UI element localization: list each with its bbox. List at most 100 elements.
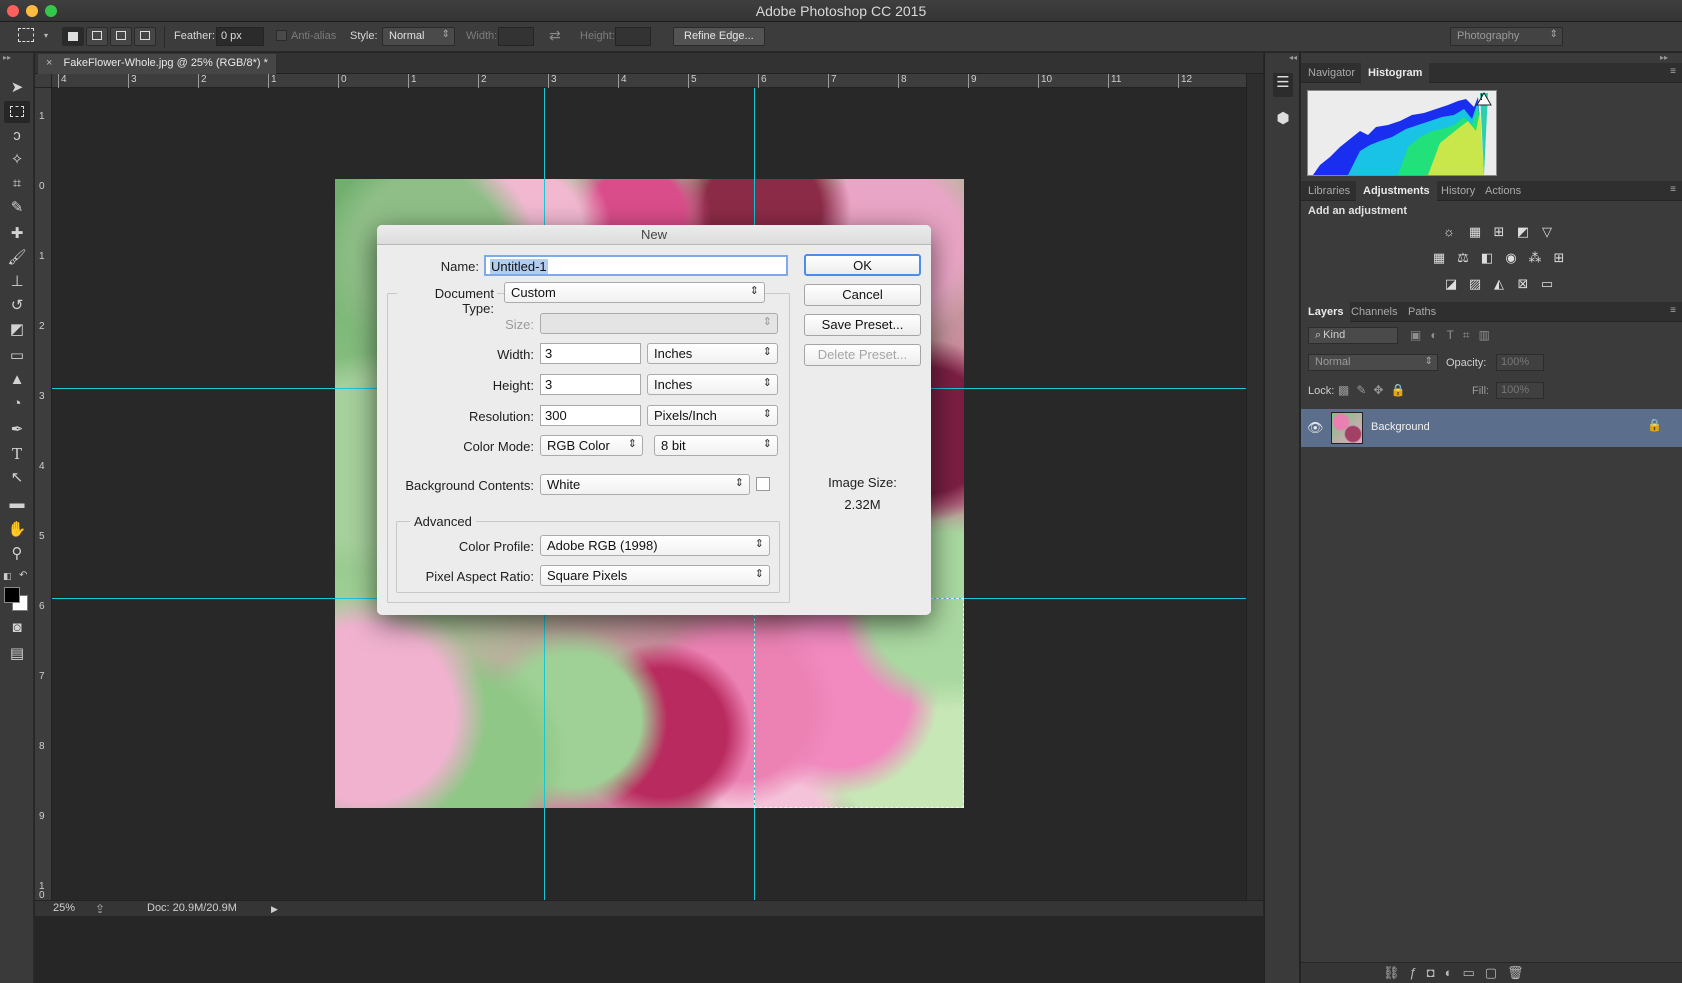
opacity-input[interactable]: 100% (1496, 354, 1544, 371)
vertical-ruler[interactable]: 101234567891 0 (35, 88, 52, 901)
subtract-selection-button[interactable] (110, 27, 132, 46)
width-input[interactable]: 3 (540, 343, 641, 364)
dodge-tool-icon[interactable]: ◔ (4, 393, 30, 415)
height-unit-select[interactable]: Inches (647, 374, 778, 395)
width-input[interactable] (498, 27, 534, 46)
workspace-select[interactable]: Photography (1450, 27, 1563, 46)
panel-menu-icon[interactable]: ≡ (1670, 66, 1676, 77)
bit-depth-select[interactable]: 8 bit (654, 435, 778, 456)
tab-libraries[interactable]: Libraries (1301, 181, 1357, 201)
pen-tool-icon[interactable]: ✒ (4, 419, 30, 441)
horizontal-ruler[interactable]: 4 3 2 1 0 1 2 3 4 5 6 7 8 9 10 11 12 (52, 74, 1246, 88)
healing-brush-tool-icon[interactable]: ✚ (4, 223, 30, 245)
resolution-unit-select[interactable]: Pixels/Inch (647, 405, 778, 426)
intersect-selection-button[interactable] (134, 27, 156, 46)
lasso-tool-icon[interactable]: ↄ (4, 125, 30, 147)
tab-histogram[interactable]: Histogram (1361, 63, 1430, 83)
lock-option-icons[interactable]: ▩✎✥🔒 (1338, 383, 1412, 397)
layer-row-background[interactable]: 👁 Background 🔒 (1301, 409, 1682, 447)
hand-tool-icon[interactable]: ✋ (4, 519, 30, 541)
vibrance-icon[interactable]: ▽ (1538, 224, 1556, 240)
share-icon[interactable]: ⇪ (95, 902, 105, 916)
rect-marquee-preset-icon[interactable] (18, 28, 34, 42)
selective-color-icon[interactable]: ⊠ (1514, 276, 1532, 292)
path-selection-tool-icon[interactable]: ↖ (4, 467, 30, 489)
add-to-selection-button[interactable] (86, 27, 108, 46)
chevron-down-icon[interactable]: ▾ (44, 31, 48, 40)
collapse-panels-icon[interactable]: ▸▸ (1660, 53, 1668, 62)
tab-paths[interactable]: Paths (1401, 302, 1443, 322)
cancel-button[interactable]: Cancel (804, 284, 921, 306)
document-tab[interactable]: × FakeFlower-Whole.jpg @ 25% (RGB/8*) * (38, 54, 276, 74)
quick-mask-icon[interactable]: ◙ (4, 617, 30, 639)
layer-name[interactable]: Background (1371, 421, 1430, 433)
photo-filter-icon[interactable]: ◉ (1502, 250, 1520, 266)
brightness-icon[interactable]: ☼ (1440, 224, 1458, 240)
exposure-icon[interactable]: ◩ (1514, 224, 1532, 240)
anti-alias-checkbox[interactable] (276, 30, 287, 41)
threshold-icon[interactable]: ◭ (1490, 276, 1508, 292)
height-input[interactable]: 3 (540, 374, 641, 395)
crop-tool-icon[interactable]: ⌗ (4, 173, 30, 195)
height-input[interactable] (615, 27, 651, 46)
color-lookup-icon[interactable]: ⊞ (1550, 250, 1568, 266)
3d-panel-icon[interactable]: ⬢ (1273, 109, 1293, 131)
rectangle-tool-icon[interactable]: ▬ (4, 493, 30, 515)
panel-menu-icon[interactable]: ≡ (1670, 305, 1676, 316)
tab-history[interactable]: History (1434, 181, 1482, 201)
tab-channels[interactable]: Channels (1344, 302, 1404, 322)
panel-menu-icon[interactable]: ≡ (1670, 184, 1676, 195)
type-tool-icon[interactable]: T (4, 443, 30, 465)
blend-mode-select[interactable]: Normal (1308, 354, 1438, 371)
gradient-map-icon[interactable]: ▭ (1538, 276, 1556, 292)
clone-stamp-tool-icon[interactable]: ⊥ (4, 271, 30, 293)
brush-tool-icon[interactable]: 🖌 (4, 247, 30, 269)
background-color-swatch[interactable] (756, 477, 770, 491)
history-brush-tool-icon[interactable]: ↺ (4, 295, 30, 317)
black-white-icon[interactable]: ◧ (1478, 250, 1496, 266)
ruler-origin[interactable] (35, 74, 52, 88)
collapse-toolbar-icon[interactable]: ▸▸ (3, 53, 11, 62)
tab-navigator[interactable]: Navigator (1301, 63, 1362, 83)
width-unit-select[interactable]: Inches (647, 343, 778, 364)
blur-tool-icon[interactable]: ▲ (4, 369, 30, 391)
close-document-icon[interactable]: × (46, 57, 52, 69)
refine-edge-button[interactable]: Refine Edge... (673, 27, 765, 46)
zoom-level[interactable]: 25% (53, 902, 75, 914)
save-preset-button[interactable]: Save Preset... (804, 314, 921, 336)
new-selection-button[interactable] (62, 27, 84, 46)
screen-mode-icon[interactable]: ▤ (4, 643, 30, 665)
name-input[interactable]: Untitled-1 (484, 255, 788, 276)
document-type-select[interactable]: Custom (504, 282, 765, 303)
curves-icon[interactable]: ⊞ (1490, 224, 1508, 240)
eye-visibility-icon[interactable]: 👁 (1307, 420, 1324, 436)
warning-icon[interactable]: ! (1480, 92, 1483, 102)
posterize-icon[interactable]: ▨ (1466, 276, 1484, 292)
advanced-toggle[interactable]: Advanced (410, 514, 476, 529)
eyedropper-tool-icon[interactable]: ✎ (4, 197, 30, 219)
magic-wand-tool-icon[interactable]: ✧ (4, 149, 30, 171)
ok-button[interactable]: OK (804, 254, 921, 276)
color-mode-select[interactable]: RGB Color (540, 435, 643, 456)
zoom-tool-icon[interactable]: ⚲ (4, 543, 30, 565)
properties-panel-icon[interactable]: ☰ (1273, 73, 1293, 97)
fill-input[interactable]: 100% (1496, 382, 1544, 399)
channel-mixer-icon[interactable]: ⁂ (1526, 250, 1544, 266)
pixel-aspect-ratio-select[interactable]: Square Pixels (540, 565, 770, 586)
invert-icon[interactable]: ◪ (1442, 276, 1460, 292)
swap-colors-icon[interactable]: ↶ (19, 570, 27, 581)
color-profile-select[interactable]: Adobe RGB (1998) (540, 535, 770, 556)
resolution-input[interactable]: 300 (540, 405, 641, 426)
levels-icon[interactable]: ▦ (1466, 224, 1484, 240)
style-select[interactable]: Normal (382, 27, 455, 46)
move-tool-icon[interactable]: ➤ (4, 77, 30, 99)
color-balance-icon[interactable]: ⚖ (1454, 250, 1472, 266)
status-menu-arrow-icon[interactable]: ▶ (271, 904, 278, 915)
layer-kind-filter[interactable]: ⌕ Kind (1308, 327, 1398, 344)
default-colors-icon[interactable]: ◧ (3, 571, 12, 582)
eraser-tool-icon[interactable]: ◩ (4, 319, 30, 341)
foreground-color-swatch[interactable] (4, 587, 20, 603)
vertical-scrollbar[interactable] (1246, 74, 1263, 900)
background-contents-select[interactable]: White (540, 474, 750, 495)
hue-saturation-icon[interactable]: ▦ (1430, 250, 1448, 266)
